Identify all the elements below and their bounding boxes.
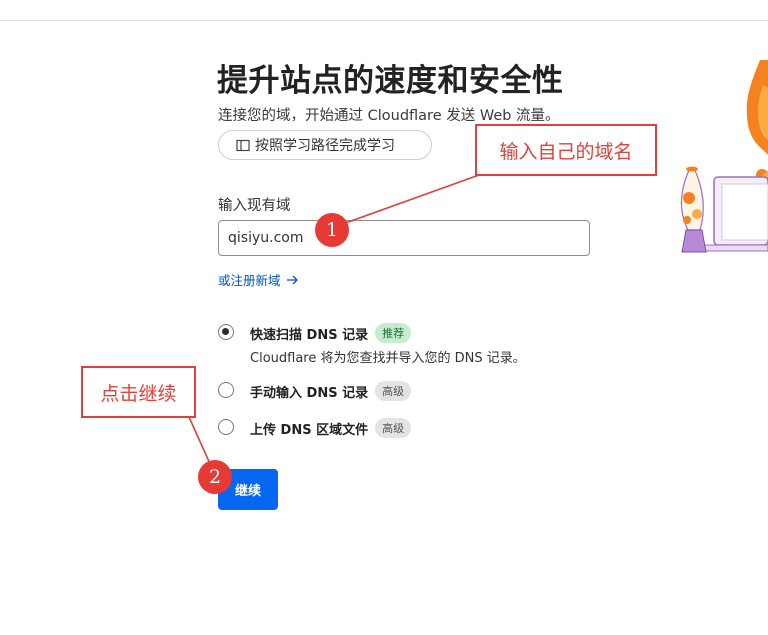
step-marker-2: 2 — [198, 460, 232, 494]
option-title: 快速扫描 DNS 记录 — [250, 327, 369, 343]
dns-option-upload[interactable]: 上传 DNS 区域文件 高级 — [218, 418, 412, 438]
dns-option-quick-scan[interactable]: 快速扫描 DNS 记录 推荐 Cloudflare 将为您查找并导入您的 DNS… — [218, 323, 526, 366]
domain-input[interactable] — [218, 220, 590, 256]
annotation-click-continue: 点击继续 — [81, 366, 196, 418]
step-marker-1: 1 — [315, 213, 349, 247]
header-divider — [0, 20, 768, 21]
page-title: 提升站点的速度和安全性 — [217, 63, 564, 99]
register-link-label: 或注册新域 — [218, 273, 281, 288]
learning-path-label: 按照学习路径完成学习 — [255, 138, 395, 154]
radio-upload[interactable] — [218, 419, 234, 435]
option-title: 上传 DNS 区域文件 — [250, 422, 369, 438]
radio-manual[interactable] — [218, 382, 234, 398]
domain-field-label: 输入现有域 — [218, 198, 291, 214]
option-description: Cloudflare 将为您查找并导入您的 DNS 记录。 — [250, 351, 526, 366]
annotation-enter-domain: 输入自己的域名 — [475, 124, 657, 176]
option-title: 手动输入 DNS 记录 — [250, 385, 369, 401]
book-icon — [236, 139, 250, 151]
dns-option-manual[interactable]: 手动输入 DNS 记录 高级 — [218, 381, 412, 401]
arrow-right-icon — [286, 275, 298, 284]
register-domain-link[interactable]: 或注册新域 — [218, 270, 299, 289]
learning-path-button[interactable]: 按照学习路径完成学习 — [218, 130, 432, 160]
lava-lamp-illustration — [680, 60, 768, 253]
recommended-badge: 推荐 — [375, 323, 412, 343]
advanced-badge: 高级 — [375, 418, 412, 438]
radio-quick-scan[interactable] — [218, 324, 234, 340]
advanced-badge: 高级 — [375, 381, 412, 401]
page-subtitle: 连接您的域，开始通过 Cloudflare 发送 Web 流量。 — [218, 108, 560, 124]
